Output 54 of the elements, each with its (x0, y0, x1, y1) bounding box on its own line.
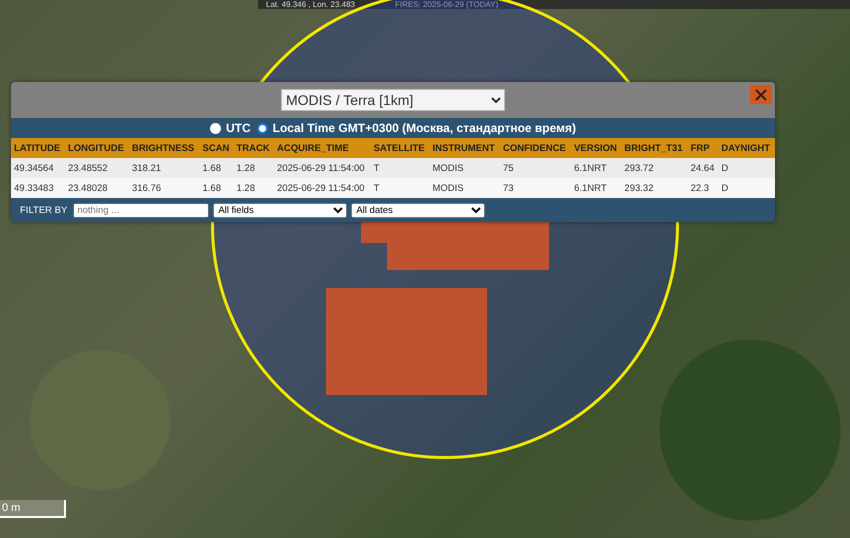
table-cell: 49.33483 (11, 178, 65, 198)
table-cell: 24.64 (688, 158, 718, 178)
time-mode-label[interactable]: Local Time GMT+0300 (Москва, стандартное время) (272, 121, 576, 135)
filter-label: FILTER BY (20, 204, 68, 216)
close-button[interactable] (750, 85, 772, 104)
column-header: ACQUIRE_TIME (274, 138, 371, 158)
column-header: VERSION (571, 138, 622, 158)
table-cell: 49.34564 (11, 158, 65, 178)
table-cell: 75 (500, 158, 572, 178)
column-header: SATELLITE (370, 138, 430, 158)
table-cell: 316.76 (128, 178, 200, 198)
fires-date-text: FIRES: 2025-06-29 (TODAY) (394, 0, 498, 9)
table-cell: 23.48552 (64, 158, 129, 178)
column-header: TRACK (233, 138, 274, 158)
close-icon (755, 88, 767, 100)
table-cell: 23.48028 (64, 178, 129, 198)
table-cell: 22.3 (688, 178, 718, 198)
table-cell: 6.1NRT (571, 178, 622, 198)
column-header: LONGITUDE (64, 138, 129, 158)
column-header: FRP (688, 138, 718, 158)
table-cell: MODIS (429, 158, 500, 178)
column-header: DAYNIGHT (718, 138, 775, 158)
column-header: CONFIDENCE (500, 138, 572, 158)
table-cell: T (370, 178, 430, 198)
table-cell: D (718, 158, 775, 178)
table-cell: D (718, 178, 775, 198)
table-cell: MODIS (429, 178, 500, 198)
table-cell: 2025-06-29 11:54:00 (274, 158, 371, 178)
field-select[interactable]: All fields (213, 202, 348, 218)
scale-label: 0 m (1, 502, 20, 514)
table-cell: T (370, 158, 430, 178)
column-header: INSTRUMENT (429, 138, 500, 158)
table-cell: 293.72 (621, 158, 688, 178)
table-cell: 293.32 (621, 178, 688, 198)
table-cell: 1.68 (199, 158, 234, 178)
column-header: BRIGHT_T31 (621, 138, 688, 158)
satellite-map[interactable] (0, 0, 850, 538)
table-cell: 1.28 (233, 158, 274, 178)
column-header: SCAN (199, 138, 234, 158)
table-cell: 318.21 (128, 158, 200, 178)
product-select[interactable]: MODIS / Terra [1km] (281, 89, 505, 111)
time-mode-radio[interactable] (210, 122, 221, 134)
table-cell: 1.28 (233, 178, 274, 198)
time-mode-radio[interactable] (256, 122, 268, 134)
coordinates-text: Lat. 49.346 , Lon. 23.483 (266, 0, 355, 9)
table-cell: 6.1NRT (571, 158, 622, 178)
column-header: LATITUDE (11, 138, 65, 158)
table-cell: 2025-06-29 11:54:00 (274, 178, 371, 198)
column-header: BRIGHTNESS (128, 138, 200, 158)
date-select[interactable]: All dates (351, 202, 486, 218)
table-cell: 73 (500, 178, 572, 198)
filter-input-field[interactable]: nothing ... (73, 202, 210, 218)
time-mode-label[interactable]: UTC (226, 121, 251, 135)
table-cell: 1.68 (199, 178, 234, 198)
